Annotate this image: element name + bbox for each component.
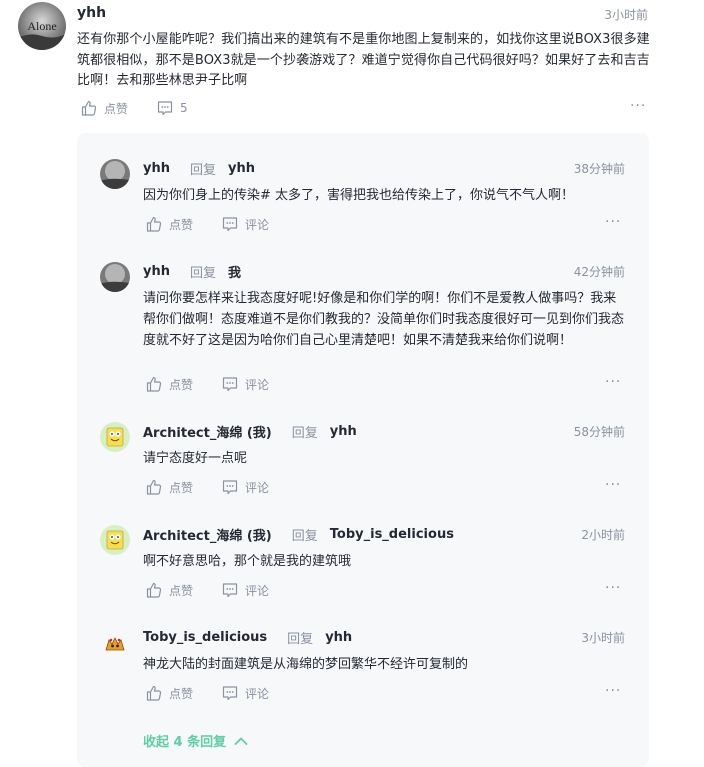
comment-count: 5 — [180, 101, 188, 115]
avatar-image — [100, 262, 130, 292]
comment-icon — [222, 480, 238, 495]
reply-target[interactable]: 我 — [228, 262, 241, 281]
reply-avatar[interactable] — [100, 628, 130, 658]
reply-time: 58分钟前 — [573, 425, 625, 439]
replies-panel: yhh 回复 yhh 38分钟前 因为你们身上的传染# 太多了，害得把我也给传染… — [77, 133, 649, 767]
comment-icon — [157, 101, 173, 116]
comment-actions: 点赞 5 — [80, 99, 188, 117]
like-button[interactable]: 点赞 — [145, 215, 193, 233]
avatar-image — [100, 159, 130, 189]
reply-text: 请问你要怎样来让我态度好呢!好像是和你们学的啊！你们不是爱教人做事吗？我来帮你们… — [143, 291, 625, 348]
comment-button[interactable]: 评论 — [221, 581, 269, 599]
reply-time: 3小时前 — [581, 631, 625, 645]
reply-word: 回复 — [189, 266, 216, 281]
reply-time: 2小时前 — [581, 528, 625, 542]
comment-count-button[interactable]: 5 — [156, 99, 188, 117]
more-options-icon[interactable]: ··· — [605, 477, 621, 493]
reply-actions: 点赞 评论 — [145, 478, 269, 496]
reply-time: 42分钟前 — [573, 265, 625, 279]
sponge-avatar-image — [100, 525, 130, 555]
comment-button[interactable]: 评论 — [221, 215, 269, 233]
avatar-text: Alone — [27, 19, 56, 33]
collapse-replies-button[interactable]: 收起 4 条回复 — [143, 731, 248, 750]
reply-avatar[interactable] — [100, 262, 130, 292]
comment-label: 评论 — [245, 480, 270, 495]
like-label: 点赞 — [169, 583, 194, 598]
thumbs-up-icon — [146, 479, 162, 495]
like-button[interactable]: 点赞 — [80, 99, 128, 117]
more-options-icon[interactable]: ··· — [605, 214, 621, 230]
reply-username[interactable]: yhh — [143, 264, 170, 279]
reply-word: 回复 — [291, 529, 318, 544]
like-label: 点赞 — [169, 686, 194, 701]
thumbs-up-icon — [146, 376, 162, 392]
comment-icon — [222, 377, 238, 392]
comment-text: 还有你那个小屋能咋呢？我们搞出来的建筑有不是重你地图上复制来的，如找你这里说BO… — [77, 32, 650, 88]
reply-target[interactable]: yhh — [330, 424, 357, 439]
collapse-label: 收起 4 条回复 — [143, 735, 227, 750]
avatar-image: Alone — [18, 2, 66, 50]
reply-username[interactable]: yhh — [143, 161, 170, 176]
reply-text: 神龙大陆的封面建筑是从海绵的梦回繁华不经许可复制的 — [143, 657, 469, 672]
comment-icon — [222, 686, 238, 701]
reply-target[interactable]: yhh — [325, 630, 352, 645]
comment-label: 评论 — [245, 686, 270, 701]
more-options-icon[interactable]: ··· — [605, 580, 621, 596]
comment-button[interactable]: 评论 — [221, 375, 269, 393]
reply-header: Architect_海绵 (我) 回复 yhh — [143, 422, 357, 441]
reply-word: 回复 — [189, 163, 216, 178]
more-options-icon[interactable]: ··· — [605, 374, 621, 390]
reply-target[interactable]: yhh — [228, 161, 255, 176]
sponge-avatar-image — [100, 422, 130, 452]
like-button[interactable]: 点赞 — [145, 478, 193, 496]
reply-username[interactable]: Architect_海绵 (我) — [143, 525, 272, 544]
reply-word: 回复 — [291, 426, 318, 441]
comment-label: 评论 — [245, 217, 270, 232]
comment-username[interactable]: yhh — [77, 5, 106, 21]
reply-time: 38分钟前 — [573, 162, 625, 176]
like-button[interactable]: 点赞 — [145, 684, 193, 702]
reply-username[interactable]: Architect_海绵 (我) — [143, 422, 272, 441]
comment-card: Alone yhh 3小时前 还有你那个小屋能咋呢？我们搞出来的建筑有不是重你地… — [0, 0, 704, 130]
comment-icon — [222, 217, 238, 232]
reply-target[interactable]: Toby_is_delicious — [330, 527, 454, 542]
like-label: 点赞 — [169, 377, 194, 392]
reply-actions: 点赞 评论 — [145, 375, 269, 393]
reply-header: yhh 回复 我 — [143, 262, 241, 281]
comment-icon — [222, 583, 238, 598]
reply-username[interactable]: Toby_is_delicious — [143, 630, 267, 645]
like-label: 点赞 — [104, 101, 129, 116]
reply-text: 啊不好意思哈，那个就是我的建筑哦 — [143, 554, 352, 569]
reply-header: yhh 回复 yhh — [143, 159, 255, 178]
toby-avatar-image — [100, 628, 130, 658]
thumbs-up-icon — [146, 685, 162, 701]
thumbs-up-icon — [146, 216, 162, 232]
reply-actions: 点赞 评论 — [145, 684, 269, 702]
comment-button[interactable]: 评论 — [221, 684, 269, 702]
like-label: 点赞 — [169, 480, 194, 495]
comment-label: 评论 — [245, 377, 270, 392]
reply-header: Architect_海绵 (我) 回复 Toby_is_delicious — [143, 525, 454, 544]
thumbs-up-icon — [81, 100, 97, 116]
comment-button[interactable]: 评论 — [221, 478, 269, 496]
avatar[interactable]: Alone — [18, 2, 66, 50]
thumbs-up-icon — [146, 582, 162, 598]
like-label: 点赞 — [169, 217, 194, 232]
comment-time: 3小时前 — [604, 8, 648, 22]
chevron-up-icon — [234, 737, 248, 745]
reply-avatar[interactable] — [100, 422, 130, 452]
reply-text: 请宁态度好一点呢 — [143, 451, 248, 466]
reply-header: Toby_is_delicious 回复 yhh — [143, 628, 352, 647]
reply-word: 回复 — [287, 632, 314, 647]
like-button[interactable]: 点赞 — [145, 375, 193, 393]
like-button[interactable]: 点赞 — [145, 581, 193, 599]
reply-text: 因为你们身上的传染# 太多了，害得把我也给传染上了，你说气不气人啊！ — [143, 188, 575, 203]
reply-avatar[interactable] — [100, 159, 130, 189]
more-options-icon[interactable]: ··· — [630, 98, 646, 114]
reply-actions: 点赞 评论 — [145, 581, 269, 599]
comment-label: 评论 — [245, 583, 270, 598]
more-options-icon[interactable]: ··· — [605, 683, 621, 699]
reply-avatar[interactable] — [100, 525, 130, 555]
reply-actions: 点赞 评论 — [145, 215, 269, 233]
